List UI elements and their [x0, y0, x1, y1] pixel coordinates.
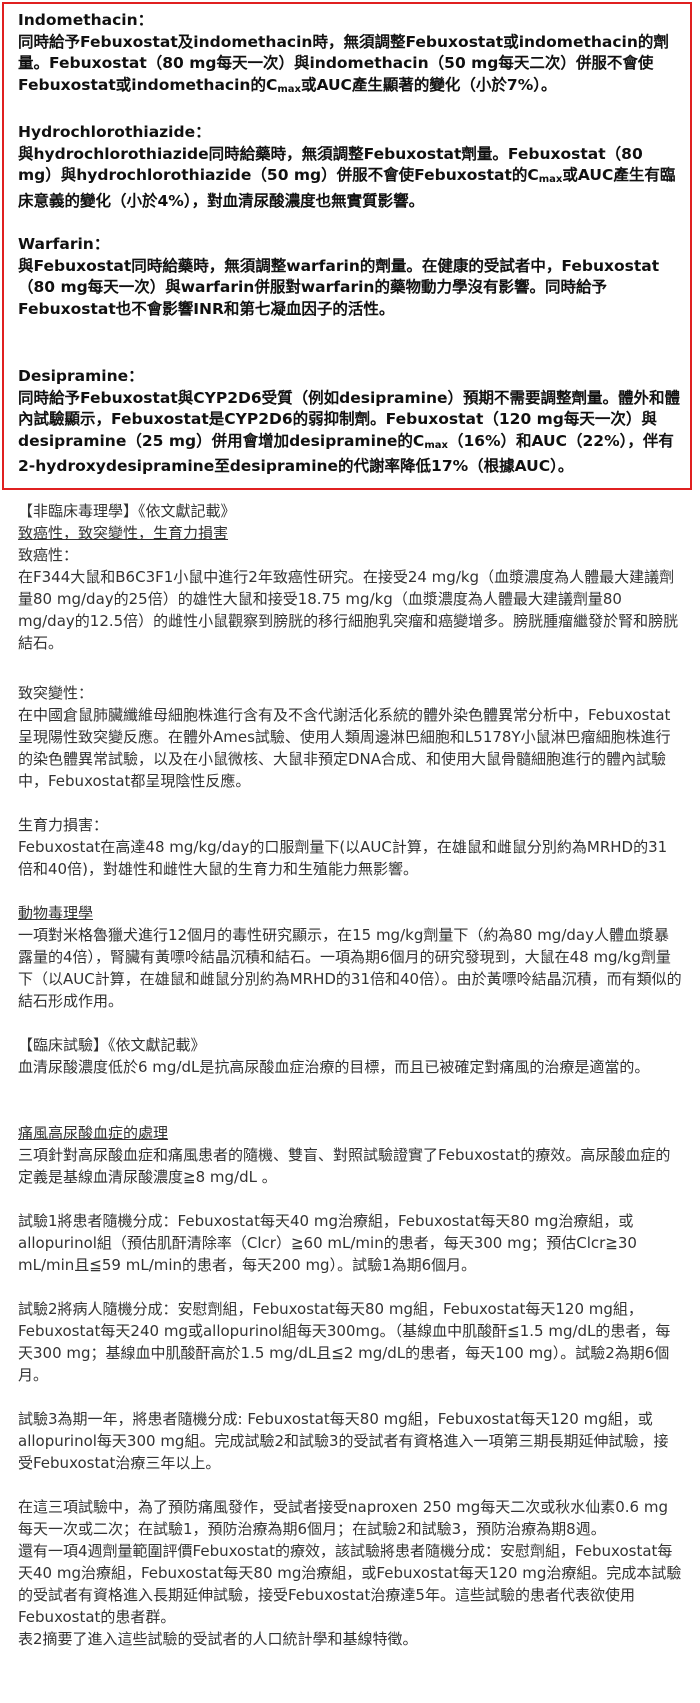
hctz-section: Hydrochlorothiazide： 與hydrochlorothiazid…: [18, 122, 682, 212]
indomethacin-title: Indomethacin：: [18, 11, 154, 29]
clinical-paragraph-3: 試驗2將病人隨機分成：安慰劑組，Febuxostat每天80 mg組，Febux…: [18, 1300, 671, 1384]
indomethacin-text-2: 或AUC產生顯著的變化（小於7%）。: [300, 75, 557, 94]
cmax-sub: max: [424, 439, 448, 451]
clinical-paragraph-1: 三項針對高尿酸血症和痛風患者的隨機、雙盲、對照試驗證實了Febuxostat的療…: [18, 1146, 671, 1186]
trial-2-section: 試驗2將病人隨機分成：安慰劑組，Febuxostat每天80 mg組，Febux…: [18, 1298, 682, 1386]
clinical-section: 【臨床試驗】《依文獻記載》 血清尿酸濃度低於6 mg/dL是抗高尿酸血症治療的目…: [18, 1034, 682, 1078]
animal-toxicology-title: 動物毒理學: [18, 904, 94, 922]
warfarin-title: Warfarin：: [18, 235, 110, 253]
clinical-paragraph-6: 還有一項4週劑量範圍評價Febuxostat的療效，該試驗將患者隨機分成：安慰劑…: [18, 1542, 682, 1626]
fertility-section: 生育力損害： Febuxostat在高達48 mg/kg/day的口服劑量下(以…: [18, 814, 682, 880]
hctz-title: Hydrochlorothiazide：: [18, 123, 211, 141]
gout-section: 痛風高尿酸血症的處理 三項針對高尿酸血症和痛風患者的隨機、雙盲、對照試驗證實了F…: [18, 1122, 682, 1188]
animal-toxicology-section: 動物毒理學 一項對米格魯獵犬進行12個月的毒性研究顯示，在15 mg/kg劑量下…: [18, 902, 682, 1012]
animal-toxicology-text: 一項對米格魯獵犬進行12個月的毒性研究顯示，在15 mg/kg劑量下（約為80 …: [18, 926, 682, 1010]
clinical-heading: 【臨床試驗】《依文獻記載》: [18, 1036, 206, 1054]
nonclinical-subheading: 致癌性，致突變性，生育力損害: [18, 524, 229, 542]
nonclinical-section: 【非臨床毒理學】《依文獻記載》 致癌性，致突變性，生育力損害 致癌性： 在F34…: [18, 500, 682, 654]
fertility-title: 生育力損害：: [18, 816, 109, 834]
clinical-paragraph-7: 表2摘要了進入這些試驗的受試者的人口統計學和基線特徵。: [18, 1630, 418, 1648]
carcinogenicity-title: 致癌性：: [18, 546, 79, 564]
clinical-intro: 血清尿酸濃度低於6 mg/dL是抗高尿酸血症治療的目標，而且已被確定對痛風的治療…: [18, 1058, 650, 1076]
clinical-paragraph-4: 試驗3為期一年，將患者隨機分成: Febuxostat每天80 mg組，Febu…: [18, 1410, 669, 1472]
carcinogenicity-text: 在F344大鼠和B6C3F1小鼠中進行2年致癌性研究。在接受24 mg/kg（血…: [18, 568, 679, 652]
cmax-sub: max: [277, 83, 301, 95]
mutagenicity-text: 在中國倉鼠肺臟纖維母細胞株進行含有及不含代謝活化系統的體外染色體異常分析中，Fe…: [18, 706, 671, 790]
prophylaxis-section: 在這三項試驗中，為了預防痛風發作，受試者接受naproxen 250 mg每天二…: [18, 1496, 682, 1650]
desipramine-section: Desipramine： 同時給予Febuxostat與CYP2D6受質（例如d…: [18, 366, 682, 478]
nonclinical-heading: 【非臨床毒理學】《依文獻記載》: [18, 502, 236, 520]
mutagenicity-section: 致突變性： 在中國倉鼠肺臟纖維母細胞株進行含有及不含代謝活化系統的體外染色體異常…: [18, 682, 682, 792]
clinical-paragraph-5: 在這三項試驗中，為了預防痛風發作，受試者接受naproxen 250 mg每天二…: [18, 1498, 668, 1538]
trial-3-section: 試驗3為期一年，將患者隨機分成: Febuxostat每天80 mg組，Febu…: [18, 1408, 682, 1474]
fertility-text: Febuxostat在高達48 mg/kg/day的口服劑量下(以AUC計算，在…: [18, 838, 668, 878]
warfarin-section: Warfarin： 與Febuxostat同時給藥時，無須調整warfarin的…: [18, 234, 682, 320]
gout-subheading: 痛風高尿酸血症的處理: [18, 1124, 169, 1142]
warfarin-text: 與Febuxostat同時給藥時，無須調整warfarin的劑量。在健康的受試者…: [18, 256, 660, 318]
mutagenicity-title: 致突變性：: [18, 684, 94, 702]
cmax-sub: max: [538, 174, 563, 185]
trial-1-section: 試驗1將患者隨機分成：Febuxostat每天40 mg治療組，Febuxost…: [18, 1210, 682, 1276]
clinical-paragraph-2: 試驗1將患者隨機分成：Febuxostat每天40 mg治療組，Febuxost…: [18, 1212, 637, 1274]
indomethacin-section: Indomethacin： 同時給予Febuxostat及indomethaci…: [18, 10, 682, 100]
desipramine-title: Desipramine：: [18, 367, 144, 385]
